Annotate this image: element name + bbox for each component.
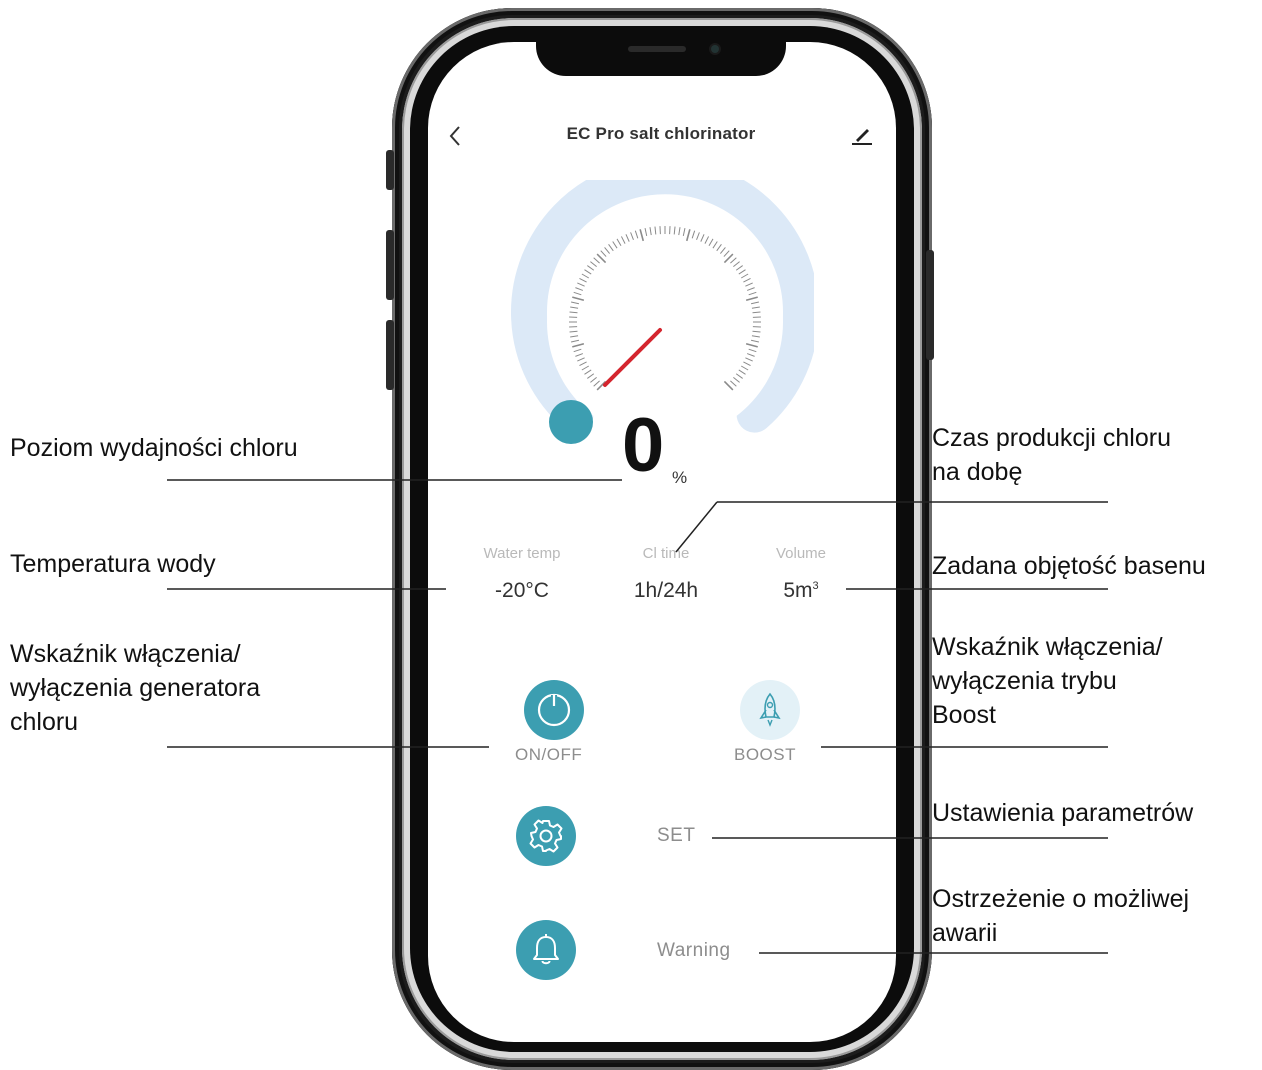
chlorine-level-value: 0 [622, 408, 664, 484]
annotation-cl-time-line1: Czas produkcji chloru [932, 421, 1171, 455]
annotation-boost-line2: wyłączenia trybu [932, 664, 1163, 698]
phone-silent-switch [386, 150, 394, 190]
warning-label: Warning [657, 940, 731, 962]
cl-time-label: Cl time [601, 545, 731, 562]
bell-icon [526, 930, 566, 970]
page-title: EC Pro salt chlorinator [528, 124, 794, 144]
annotation-onoff: Wskaźnik włączenia/ wyłączenia generator… [10, 637, 260, 739]
annotation-cl-time: Czas produkcji chloru na dobę [932, 421, 1171, 489]
rocket-icon [752, 690, 788, 730]
annotation-boost-line1: Wskaźnik włączenia/ [932, 630, 1163, 664]
annotation-settings: Ustawienia parametrów [932, 796, 1193, 830]
gauge-knob [549, 400, 593, 444]
annotation-onoff-line2: wyłączenia generatora [10, 671, 260, 705]
phone-volume-up [386, 230, 394, 300]
cl-time-value: 1h/24h [601, 579, 731, 603]
gear-icon [526, 816, 566, 856]
chevron-left-icon[interactable] [446, 124, 464, 148]
annotation-warning-line1: Ostrzeżenie o możliwej [932, 882, 1189, 916]
phone-volume-down [386, 320, 394, 390]
phone-power-button [926, 250, 934, 360]
phone-camera [711, 45, 719, 53]
settings-button[interactable] [516, 806, 576, 866]
power-icon [534, 690, 574, 730]
onoff-button[interactable] [524, 680, 584, 740]
phone-notch [536, 30, 786, 76]
annotation-boost: Wskaźnik włączenia/ wyłączenia trybu Boo… [932, 630, 1163, 732]
annotation-boost-line3: Boost [932, 698, 1163, 732]
volume-value-number: 5m [783, 579, 812, 602]
pencil-icon[interactable] [848, 122, 874, 148]
annotation-warning-line2: awarii [932, 916, 1189, 950]
annotation-chlorine-level: Poziom wydajności chloru [10, 431, 298, 465]
water-temp-value: -20°C [457, 579, 587, 603]
volume-unit-superscript: 3 [813, 580, 819, 592]
phone-speaker [628, 46, 686, 52]
chlorine-level-unit: % [672, 468, 687, 488]
annotation-water-temp: Temperatura wody [10, 547, 216, 581]
volume-value: 5m3 [736, 579, 866, 603]
settings-label: SET [657, 825, 695, 847]
water-temp-label: Water temp [457, 545, 587, 562]
onoff-label: ON/OFF [515, 745, 582, 765]
volume-label: Volume [736, 545, 866, 562]
annotation-onoff-line3: chloru [10, 705, 260, 739]
warning-button[interactable] [516, 920, 576, 980]
boost-label: BOOST [734, 745, 796, 765]
boost-button[interactable] [740, 680, 800, 740]
annotation-onoff-line1: Wskaźnik włączenia/ [10, 637, 260, 671]
annotation-volume: Zadana objętość basenu [932, 549, 1206, 583]
annotation-warning: Ostrzeżenie o możliwej awarii [932, 882, 1189, 950]
annotation-cl-time-line2: na dobę [932, 455, 1171, 489]
